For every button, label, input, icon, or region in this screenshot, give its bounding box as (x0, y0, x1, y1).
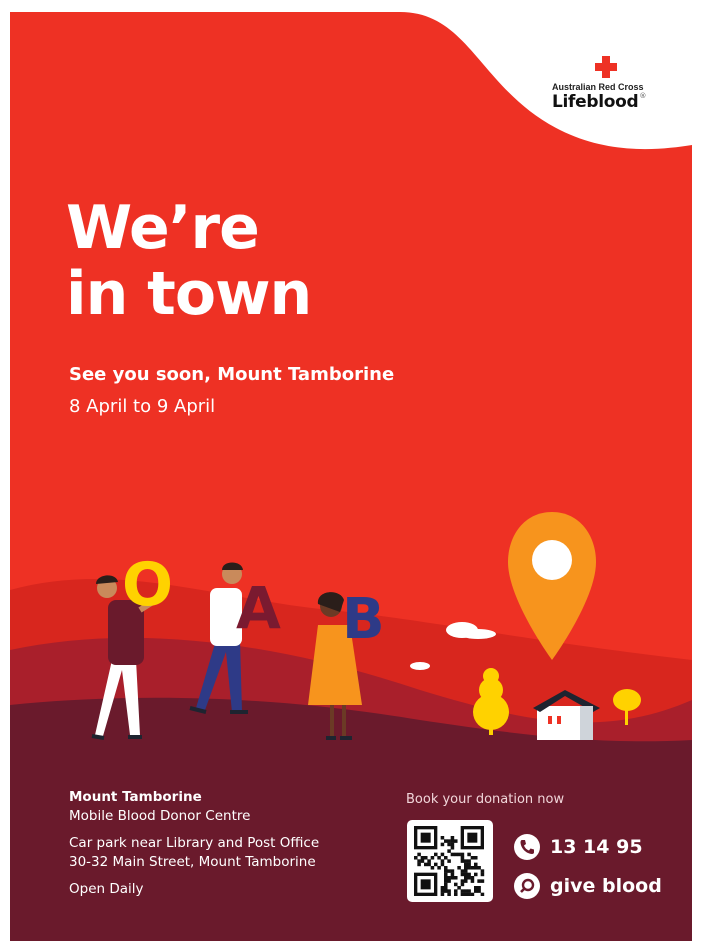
venue-hours: Open Daily (69, 881, 144, 897)
search-contact[interactable]: give blood (514, 873, 662, 899)
search-term: give blood (550, 875, 662, 897)
letter-o: O (122, 550, 173, 620)
letter-a: A (236, 574, 281, 642)
venue-address-line-1: Car park near Library and Post Office (69, 835, 320, 851)
qr-code-icon (414, 826, 485, 896)
venue-details: Mount Tamborine Mobile Blood Donor Centr… (69, 788, 319, 899)
booking-prompt: Book your donation now (406, 792, 565, 807)
qr-code[interactable] (407, 820, 493, 902)
poster: Australian Red Cross Lifeblood® We’re in… (0, 0, 702, 941)
venue-title: Mount Tamborine (69, 789, 202, 805)
letter-b: B (342, 587, 385, 652)
phone-number: 13 14 95 (550, 836, 643, 858)
venue-address-line-2: 30-32 Main Street, Mount Tamborine (69, 854, 316, 870)
phone-icon (514, 834, 540, 860)
search-icon (514, 873, 540, 899)
phone-contact[interactable]: 13 14 95 (514, 834, 643, 860)
venue-centre: Mobile Blood Donor Centre (69, 808, 251, 824)
